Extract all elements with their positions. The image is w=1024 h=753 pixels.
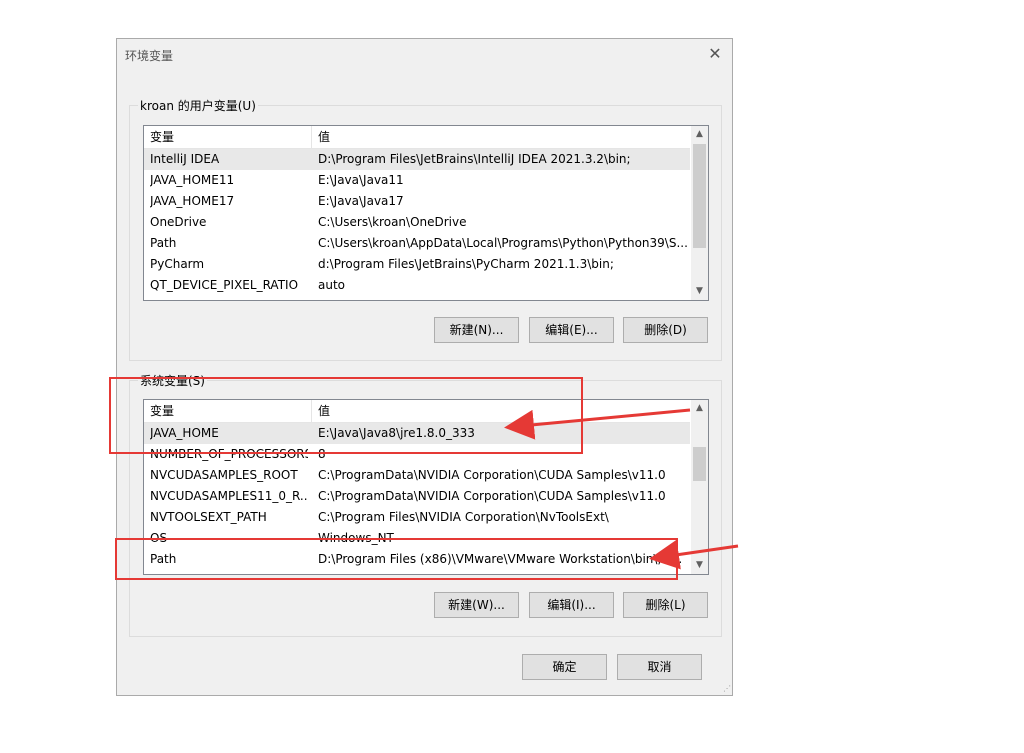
scroll-down-icon[interactable]: ▼ (691, 557, 708, 574)
variable-name: JAVA_HOME17 (150, 194, 235, 208)
variable-name: PyCharm (150, 257, 205, 271)
table-row[interactable]: JAVA_HOME17 E:\Java\Java17 (144, 191, 690, 212)
variable-value: C:\ProgramData\NVIDIA Corporation\CUDA S… (318, 489, 666, 503)
system-delete-button[interactable]: 删除(L) (623, 592, 708, 618)
system-edit-button[interactable]: 编辑(I)... (529, 592, 614, 618)
close-icon[interactable]: ✕ (704, 43, 726, 65)
annotation-box-path (115, 538, 678, 580)
table-row[interactable]: NVCUDASAMPLES_ROOT C:\ProgramData\NVIDIA … (144, 465, 690, 486)
ok-button[interactable]: 确定 (522, 654, 607, 680)
system-new-button[interactable]: 新建(W)... (434, 592, 519, 618)
variable-value: C:\Users\kroan\OneDrive (318, 215, 467, 229)
user-delete-button[interactable]: 删除(D) (623, 317, 708, 343)
variable-value: E:\Java\Java17 (318, 194, 404, 208)
variable-name: QT_DEVICE_PIXEL_RATIO (150, 278, 299, 292)
resize-grip-icon[interactable]: ⋰ (723, 684, 731, 693)
system-variables-scrollbar[interactable]: ▲ ▼ (691, 400, 708, 574)
table-row[interactable]: Path C:\Users\kroan\AppData\Local\Program… (144, 233, 690, 254)
user-variables-list[interactable]: 变量 值 IntelliJ IDEA D:\Program Files\JetBr… (143, 125, 709, 301)
variable-value: D:\Program Files\JetBrains\IntelliJ IDEA… (318, 152, 631, 166)
scroll-down-icon[interactable]: ▼ (691, 283, 708, 300)
annotation-box-java-home (109, 377, 583, 454)
table-row[interactable]: NVCUDASAMPLES11_0_R... C:\ProgramData\NVI… (144, 486, 690, 507)
variable-value: C:\ProgramData\NVIDIA Corporation\CUDA S… (318, 468, 666, 482)
dialog-title: 环境变量 (125, 49, 174, 63)
variable-name: Path (150, 236, 177, 250)
variable-name: NVTOOLSEXT_PATH (150, 510, 267, 524)
user-variables-group: kroan 的用户变量(U) 变量 值 IntelliJ IDEA D:\Prog… (129, 97, 722, 361)
variable-name: NVCUDASAMPLES11_0_R... (150, 489, 308, 503)
table-row[interactable]: QT_DEVICE_PIXEL_RATIO auto (144, 275, 690, 296)
variable-name: OneDrive (150, 215, 207, 229)
table-row[interactable]: IntelliJ IDEA D:\Program Files\JetBrains\… (144, 149, 690, 170)
scroll-thumb[interactable] (693, 144, 706, 248)
column-header-value[interactable]: 值 (312, 126, 690, 148)
cancel-button[interactable]: 取消 (617, 654, 702, 680)
variable-value: auto (318, 278, 346, 292)
scroll-up-icon[interactable]: ▲ (691, 126, 708, 143)
variable-value: C:\Program Files\NVIDIA Corporation\NvTo… (318, 510, 609, 524)
user-edit-button[interactable]: 编辑(E)... (529, 317, 614, 343)
variable-value: C:\Users\kroan\AppData\Local\Programs\Py… (318, 236, 688, 250)
variable-name: JAVA_HOME11 (150, 173, 235, 187)
user-new-button[interactable]: 新建(N)... (434, 317, 519, 343)
table-row[interactable]: JAVA_HOME11 E:\Java\Java11 (144, 170, 690, 191)
user-variables-scrollbar[interactable]: ▲ ▼ (691, 126, 708, 300)
variable-value: d:\Program Files\JetBrains\PyCharm 2021.… (318, 257, 614, 271)
variable-value: E:\Java\Java11 (318, 173, 404, 187)
column-header-variable[interactable]: 变量 (144, 126, 311, 148)
table-row[interactable]: NVTOOLSEXT_PATH C:\Program Files\NVIDIA C… (144, 507, 690, 528)
table-row[interactable]: OneDrive C:\Users\kroan\OneDrive (144, 212, 690, 233)
variable-name: IntelliJ IDEA (150, 152, 220, 166)
user-variables-header: 变量 值 (144, 126, 690, 149)
title-bar: 环境变量 ✕ (117, 39, 732, 71)
user-variables-label: kroan 的用户变量(U) (138, 97, 258, 114)
variable-name: NVCUDASAMPLES_ROOT (150, 468, 298, 482)
scroll-up-icon[interactable]: ▲ (691, 400, 708, 417)
table-row[interactable]: PyCharm d:\Program Files\JetBrains\PyChar… (144, 254, 690, 275)
scroll-thumb[interactable] (693, 447, 706, 481)
environment-variables-dialog: 环境变量 ✕ kroan 的用户变量(U) 变量 值 IntelliJ IDEA… (116, 38, 733, 696)
